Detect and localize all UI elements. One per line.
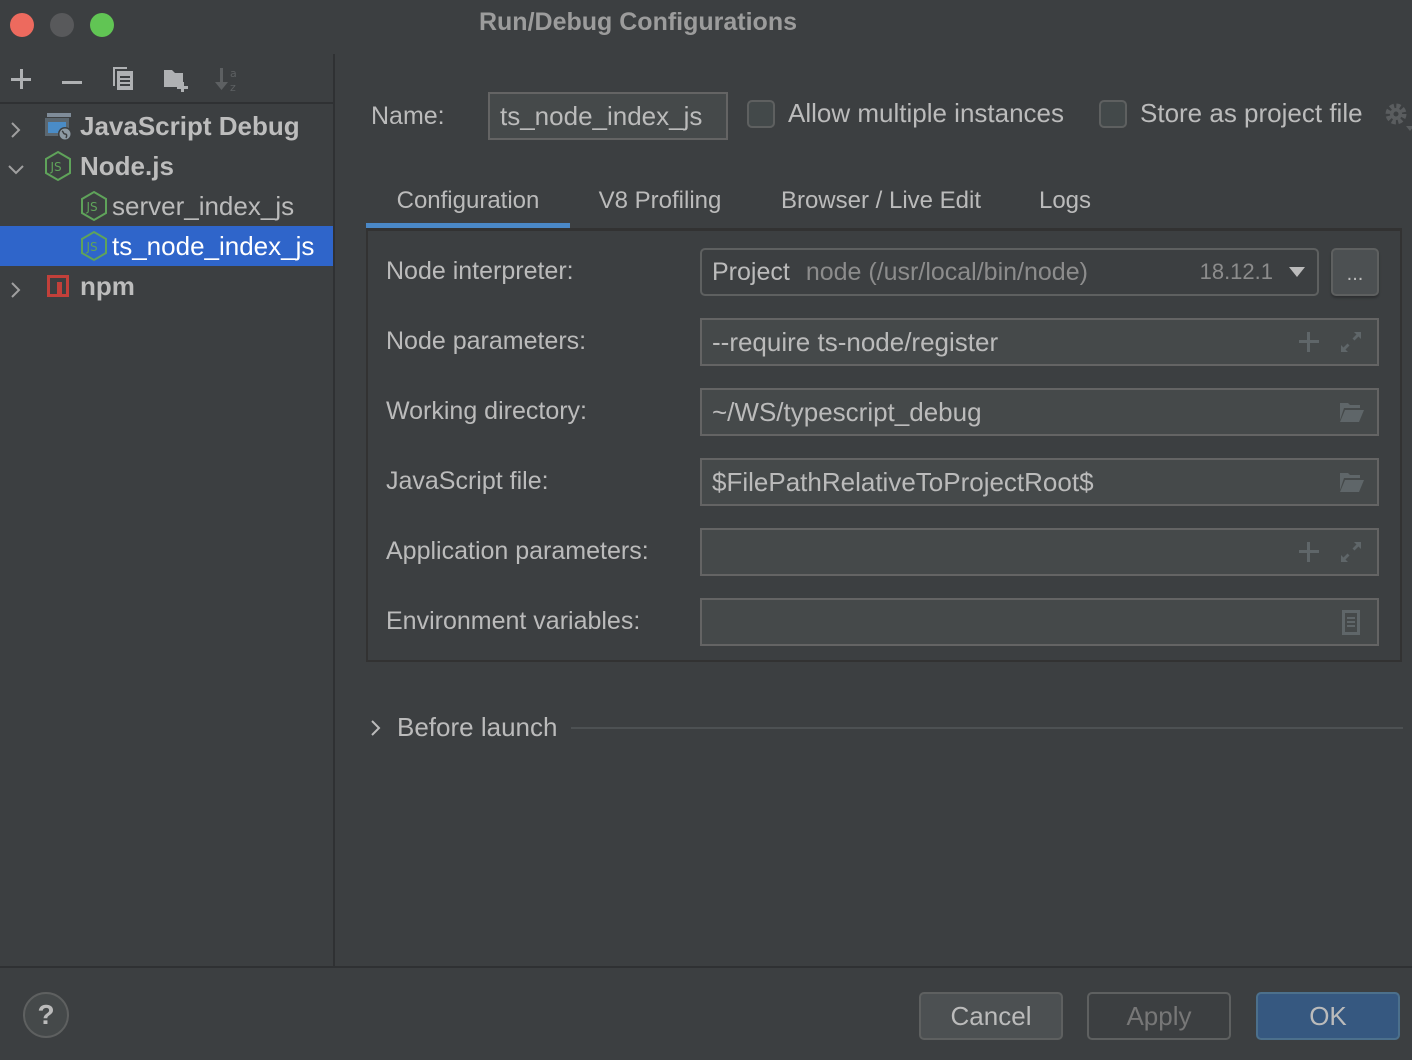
svg-text:JS: JS <box>50 160 62 174</box>
before-launch-label: Before launch <box>397 712 558 742</box>
svg-text:z: z <box>230 81 236 94</box>
checkbox-label: Allow multiple instances <box>788 98 1065 128</box>
nodejs-icon: JS <box>43 150 73 182</box>
tree-item-label: JavaScript Debug <box>80 110 300 141</box>
help-button[interactable]: ? <box>23 992 69 1038</box>
allow-multiple-instances-checkbox[interactable]: Allow multiple instances <box>747 98 1064 129</box>
checkbox[interactable] <box>747 99 775 128</box>
browse-interpreter-button[interactable]: ... <box>1331 248 1379 296</box>
interpreter-project: Project <box>712 257 790 286</box>
environment-variables-label: Environment variables: <box>386 607 641 635</box>
tree-item-javascript-debug[interactable]: JavaScript Debug <box>0 106 333 146</box>
section-divider <box>571 726 1403 729</box>
environment-variables-input[interactable] <box>700 598 1379 646</box>
working-directory-label: Working directory: <box>386 397 587 425</box>
edit-list-icon[interactable] <box>1337 608 1365 636</box>
node-parameters-value: --require ts-node/register <box>712 326 999 357</box>
add-icon[interactable] <box>6 64 36 94</box>
add-icon[interactable] <box>1295 538 1323 566</box>
new-folder-icon[interactable] <box>161 64 191 94</box>
tree-item-server-index-js[interactable]: JS server_index_js <box>0 186 333 226</box>
tab-bar: Configuration V8 Profiling Browser / Liv… <box>366 174 1402 228</box>
tab-v8-profiling[interactable]: V8 Profiling <box>588 174 732 228</box>
tree-item-npm[interactable]: npm <box>0 266 333 306</box>
svg-text:JS: JS <box>86 200 98 214</box>
svg-text:JS: JS <box>86 240 98 254</box>
tree-item-ts-node-index-js[interactable]: JS ts_node_index_js <box>0 226 333 266</box>
tab-logs[interactable]: Logs <box>1030 174 1100 228</box>
cancel-button[interactable]: Cancel <box>919 992 1063 1040</box>
nodejs-icon: JS <box>79 190 109 222</box>
javascript-file-input[interactable]: $FilePathRelativeToProjectRoot$ <box>700 458 1379 506</box>
tab-configuration[interactable]: Configuration <box>366 174 570 228</box>
tree-toolbar: az <box>0 54 335 104</box>
node-interpreter-label: Node interpreter: <box>386 257 574 285</box>
dropdown-arrow-icon[interactable] <box>1289 267 1305 277</box>
configuration-form: Node interpreter: Project node (/usr/loc… <box>366 228 1402 662</box>
configuration-tree-panel: az JavaScript Debug JS Node.js JS server… <box>0 54 335 966</box>
tree-item-label: server_index_js <box>112 190 295 221</box>
configuration-tree: JavaScript Debug JS Node.js JS server_in… <box>0 106 333 306</box>
application-parameters-input[interactable] <box>700 528 1379 576</box>
tree-item-label: ts_node_index_js <box>112 230 315 261</box>
checkbox-label: Store as project file <box>1140 98 1363 128</box>
ok-button[interactable]: OK <box>1256 992 1400 1040</box>
sort-alpha-icon[interactable]: az <box>213 64 243 94</box>
npm-icon <box>45 270 75 302</box>
chevron-right-icon[interactable] <box>6 276 26 298</box>
expand-icon[interactable] <box>1337 538 1365 566</box>
copy-icon[interactable] <box>109 64 139 94</box>
add-icon[interactable] <box>1295 328 1323 356</box>
name-label: Name: <box>371 102 445 130</box>
gear-icon[interactable] <box>1382 100 1412 132</box>
tree-item-nodejs[interactable]: JS Node.js <box>0 146 333 186</box>
working-directory-input[interactable]: ~/WS/typescript_debug <box>700 388 1379 436</box>
window-title: Run/Debug Configurations <box>478 8 798 36</box>
javascript-file-label: JavaScript file: <box>386 467 549 495</box>
remove-icon[interactable] <box>57 64 87 94</box>
expand-icon[interactable] <box>1337 328 1365 356</box>
folder-icon[interactable] <box>1337 468 1365 496</box>
svg-text:a: a <box>230 67 237 80</box>
working-directory-value: ~/WS/typescript_debug <box>712 396 982 427</box>
configuration-editor: Name: Allow multiple instances Store as … <box>337 54 1412 966</box>
node-interpreter-select[interactable]: Project node (/usr/local/bin/node) 18.12… <box>700 248 1319 296</box>
name-input[interactable] <box>488 92 728 140</box>
store-as-project-file-checkbox[interactable]: Store as project file <box>1099 98 1363 129</box>
tree-item-label: Node.js <box>80 150 174 181</box>
checkbox[interactable] <box>1099 99 1127 128</box>
dialog-footer: ? Cancel Apply OK <box>0 966 1412 1060</box>
tree-item-label: npm <box>80 270 135 301</box>
node-parameters-label: Node parameters: <box>386 327 587 355</box>
javascript-debug-icon <box>43 110 73 142</box>
chevron-down-icon[interactable] <box>6 156 26 176</box>
chevron-right-icon[interactable] <box>367 718 385 738</box>
interpreter-path: node (/usr/local/bin/node) <box>805 257 1088 286</box>
javascript-file-value: $FilePathRelativeToProjectRoot$ <box>712 466 1094 497</box>
node-parameters-input[interactable]: --require ts-node/register <box>700 318 1379 366</box>
interpreter-version: 18.12.1 <box>1199 259 1273 284</box>
nodejs-icon: JS <box>79 230 109 262</box>
apply-button[interactable]: Apply <box>1087 992 1231 1040</box>
chevron-right-icon[interactable] <box>6 116 26 138</box>
folder-icon[interactable] <box>1337 398 1365 426</box>
application-parameters-label: Application parameters: <box>386 537 649 565</box>
before-launch-section[interactable]: Before launch <box>367 712 1403 743</box>
tab-browser-live-edit[interactable]: Browser / Live Edit <box>770 174 992 228</box>
title-bar: Run/Debug Configurations <box>0 0 1412 50</box>
